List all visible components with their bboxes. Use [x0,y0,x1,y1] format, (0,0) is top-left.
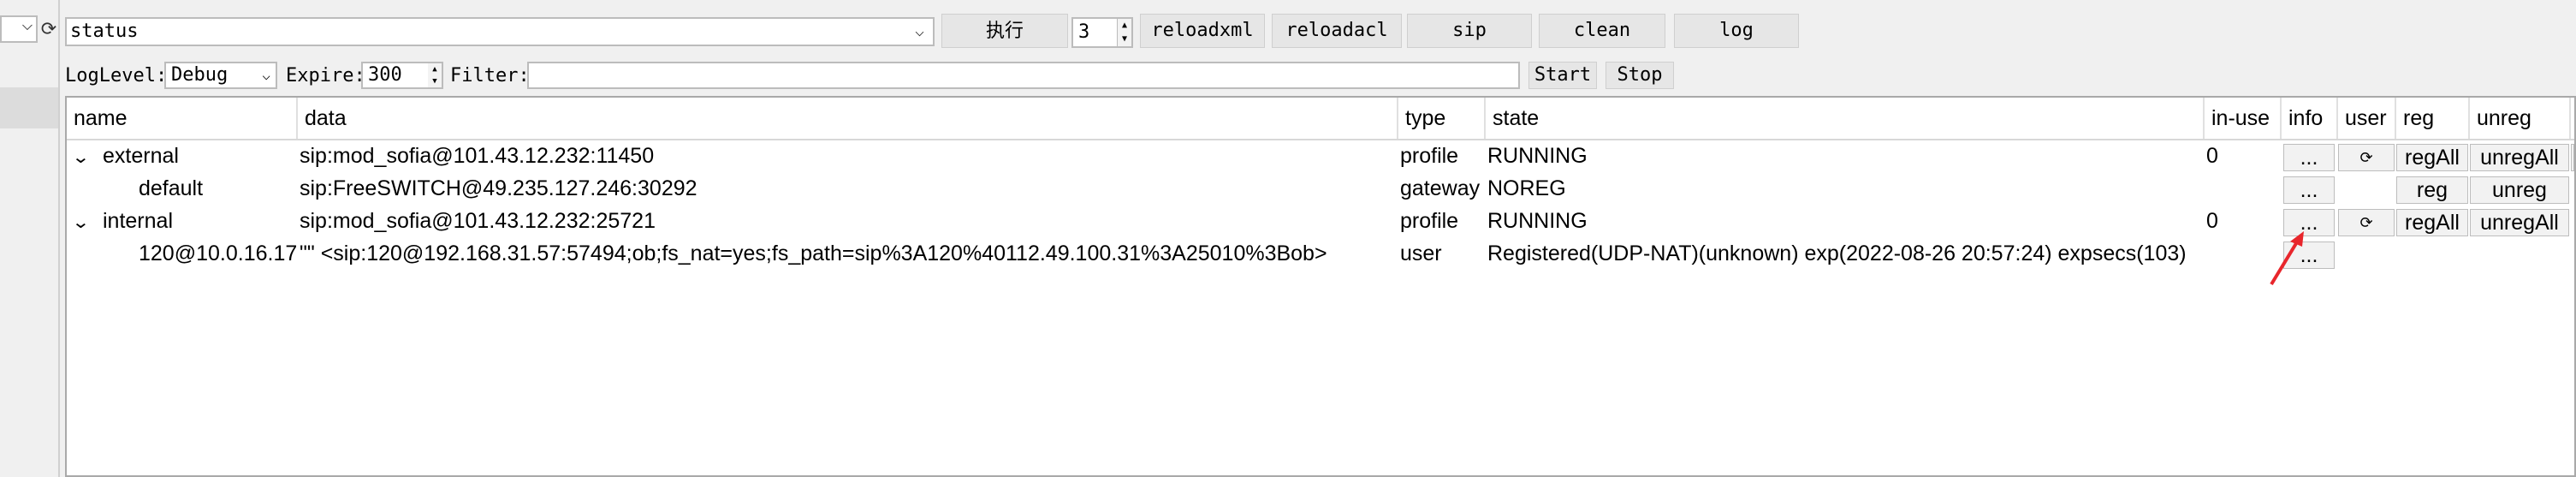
column-header-in-use[interactable]: in-use [2205,98,2282,139]
table-row-state: Registered(UDP-NAT)(unknown) exp(2022-08… [1487,241,2187,265]
reloadxml-button[interactable]: reloadxml [1140,14,1265,48]
status-table: name data type state in-use info user re… [65,96,2576,477]
column-header-type[interactable]: type [1398,98,1486,139]
reg-button[interactable]: reg [2396,176,2468,204]
reg-all-button[interactable]: regAll [2396,209,2468,236]
chevron-down-icon: ⌵ [21,19,33,33]
reg-all-button[interactable]: regAll [2396,144,2468,171]
column-header-reg[interactable]: reg [2396,98,2470,139]
sidebar-selected-item[interactable] [0,87,58,128]
column-header-unreg[interactable]: unreg [2470,98,2571,139]
table-row-data: sip:FreeSWITCH@49.235.127.246:30292 [300,176,697,200]
stop-button[interactable]: Stop [1606,62,1674,89]
unreg-button[interactable]: unreg [2470,176,2569,204]
tree-toggle-external[interactable]: ⌄ [71,140,90,173]
chevron-down-icon: ⌵ [262,67,270,83]
table-row-name: internal [103,209,173,233]
spin-down-icon[interactable]: ▼ [428,75,442,87]
clean-button[interactable]: clean [1539,14,1665,48]
table-row-inuse: 0 [2206,209,2218,233]
table-row-name: default [139,176,204,200]
filter-input[interactable] [527,62,1520,89]
table-row-type: profile [1400,209,1459,233]
table-row-data: sip:mod_sofia@101.43.12.232:11450 [300,144,655,168]
command-value: status [70,21,139,42]
column-header-killgw[interactable] [2571,98,2574,139]
expire-spinbox[interactable]: 300 ▲ ▼ [361,62,443,89]
start-button[interactable]: Start [1528,62,1597,89]
reloadacl-button[interactable]: reloadacl [1272,14,1402,48]
column-header-data[interactable]: data [298,98,1398,139]
loglevel-select[interactable]: Debug ⌵ [164,62,277,89]
execute-button[interactable]: 执行 [941,14,1068,48]
refresh-icon[interactable]: ⟳ [2338,144,2395,171]
info-button[interactable]: ... [2283,176,2335,204]
loglevel-value: Debug [171,64,229,86]
spin-up-icon[interactable]: ▲ [428,63,442,75]
command-select[interactable]: status ⌵ [65,17,935,46]
table-row-state: NOREG [1487,176,1566,200]
chevron-down-icon: ⌵ [915,22,924,40]
column-header-info[interactable]: info [2282,98,2338,139]
table-row-data: "" <sip:120@192.168.31.57:57494;ob;fs_na… [300,241,1327,265]
refresh-icon[interactable]: ⟳ [38,15,60,43]
spin-down-icon[interactable]: ▼ [1117,33,1131,46]
left-sidebar [0,0,60,477]
sidebar-combo[interactable]: ⌵ [0,15,38,43]
filter-label: Filter: [450,65,530,86]
table-row-data: sip:mod_sofia@101.43.12.232:25721 [300,209,656,233]
column-header-state[interactable]: state [1486,98,2205,139]
annotation-arrow [2270,231,2304,286]
refresh-icon[interactable]: ⟳ [2338,209,2395,236]
sip-button[interactable]: sip [1407,14,1532,48]
table-row-name: 120@10.0.16.17 [139,241,298,265]
loglevel-label: LogLevel: [65,65,168,86]
info-button[interactable]: ... [2283,144,2335,171]
expire-label: Expire: [286,65,365,86]
table-row-type: gateway [1400,176,1481,200]
column-header-user[interactable]: user [2338,98,2396,139]
spin-up-icon[interactable]: ▲ [1117,19,1131,33]
table-row-state: RUNNING [1487,209,1588,233]
expire-value: 300 [368,64,402,86]
kill-all-button[interactable] [2571,144,2574,171]
tree-toggle-internal[interactable]: ⌄ [71,206,90,238]
unreg-all-button[interactable]: unregAll [2470,144,2569,171]
table-row-type: profile [1400,144,1459,168]
unreg-all-button[interactable]: unregAll [2470,209,2569,236]
table-row-name: external [103,144,179,168]
count-spinbox[interactable]: 3 ▲ ▼ [1071,17,1133,48]
table-row-type: user [1400,241,1442,265]
chevron-down-icon[interactable]: ⌄ [71,142,90,173]
table-row-inuse: 0 [2206,144,2218,168]
log-button[interactable]: log [1674,14,1799,48]
chevron-down-icon[interactable]: ⌄ [71,207,90,238]
table-row-state: RUNNING [1487,144,1588,168]
column-header-name[interactable]: name [67,98,298,139]
count-value: 3 [1078,21,1090,43]
